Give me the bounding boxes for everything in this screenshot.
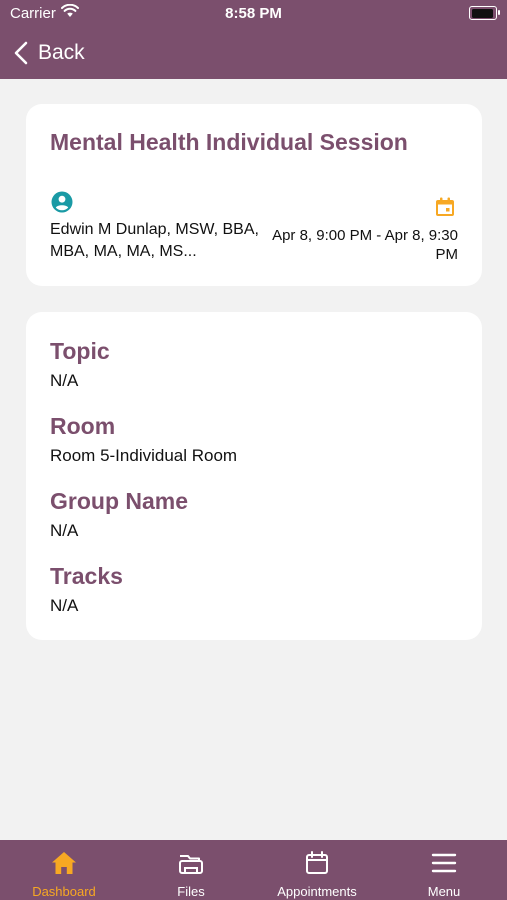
topic-value: N/A [50,371,79,390]
home-icon [52,852,76,874]
tracks-value: N/A [50,596,79,615]
session-datetime: Apr 8, 9:00 PM - Apr 8, 9:30 PM [272,227,458,263]
calendar-icon [434,196,456,223]
calendar-icon [306,851,328,874]
tracks-label: Tracks [50,563,123,589]
status-bar: Carrier 8:58 PM [0,0,507,28]
room-label: Room [50,413,116,439]
tab-files-label: Files [177,884,205,899]
room-field: Room Room 5-Individual Room [50,413,237,466]
provider-name: Edwin M Dunlap, MSW, BBA, MBA, MA, MA, M… [50,221,259,260]
group-name-field: Group Name N/A [50,488,188,541]
back-label: Back [38,41,85,64]
chevron-left-icon [14,41,28,65]
tab-bar: Dashboard Files Appointments Menu [0,840,507,900]
back-button[interactable]: Back [14,38,85,68]
tab-dashboard-label: Dashboard [32,884,96,899]
tab-files[interactable]: Files [128,840,254,900]
session-details-card: Topic N/A Room Room 5-Individual Room Gr… [26,312,482,640]
tab-appointments[interactable]: Appointments [254,840,380,900]
session-title: Mental Health Individual Session [50,129,408,155]
group-name-value: N/A [50,521,79,540]
session-summary-card: Mental Health Individual Session Edwin M… [26,104,482,286]
tracks-field: Tracks N/A [50,563,123,616]
topic-label: Topic [50,338,110,364]
tab-menu-label: Menu [427,884,461,899]
room-value: Room 5-Individual Room [50,446,238,465]
battery-icon [469,6,500,20]
tab-menu[interactable]: Menu [381,840,507,900]
header: Carrier 8:58 PM Back [0,0,507,79]
menu-icon [431,853,457,873]
group-name-label: Group Name [50,488,189,514]
status-time: 8:58 PM [225,5,282,22]
tab-dashboard[interactable]: Dashboard [1,840,127,900]
topic-field: Topic N/A [50,338,110,391]
files-icon [179,855,203,874]
tab-appointments-label: Appointments [277,884,357,899]
person-icon [51,191,73,218]
